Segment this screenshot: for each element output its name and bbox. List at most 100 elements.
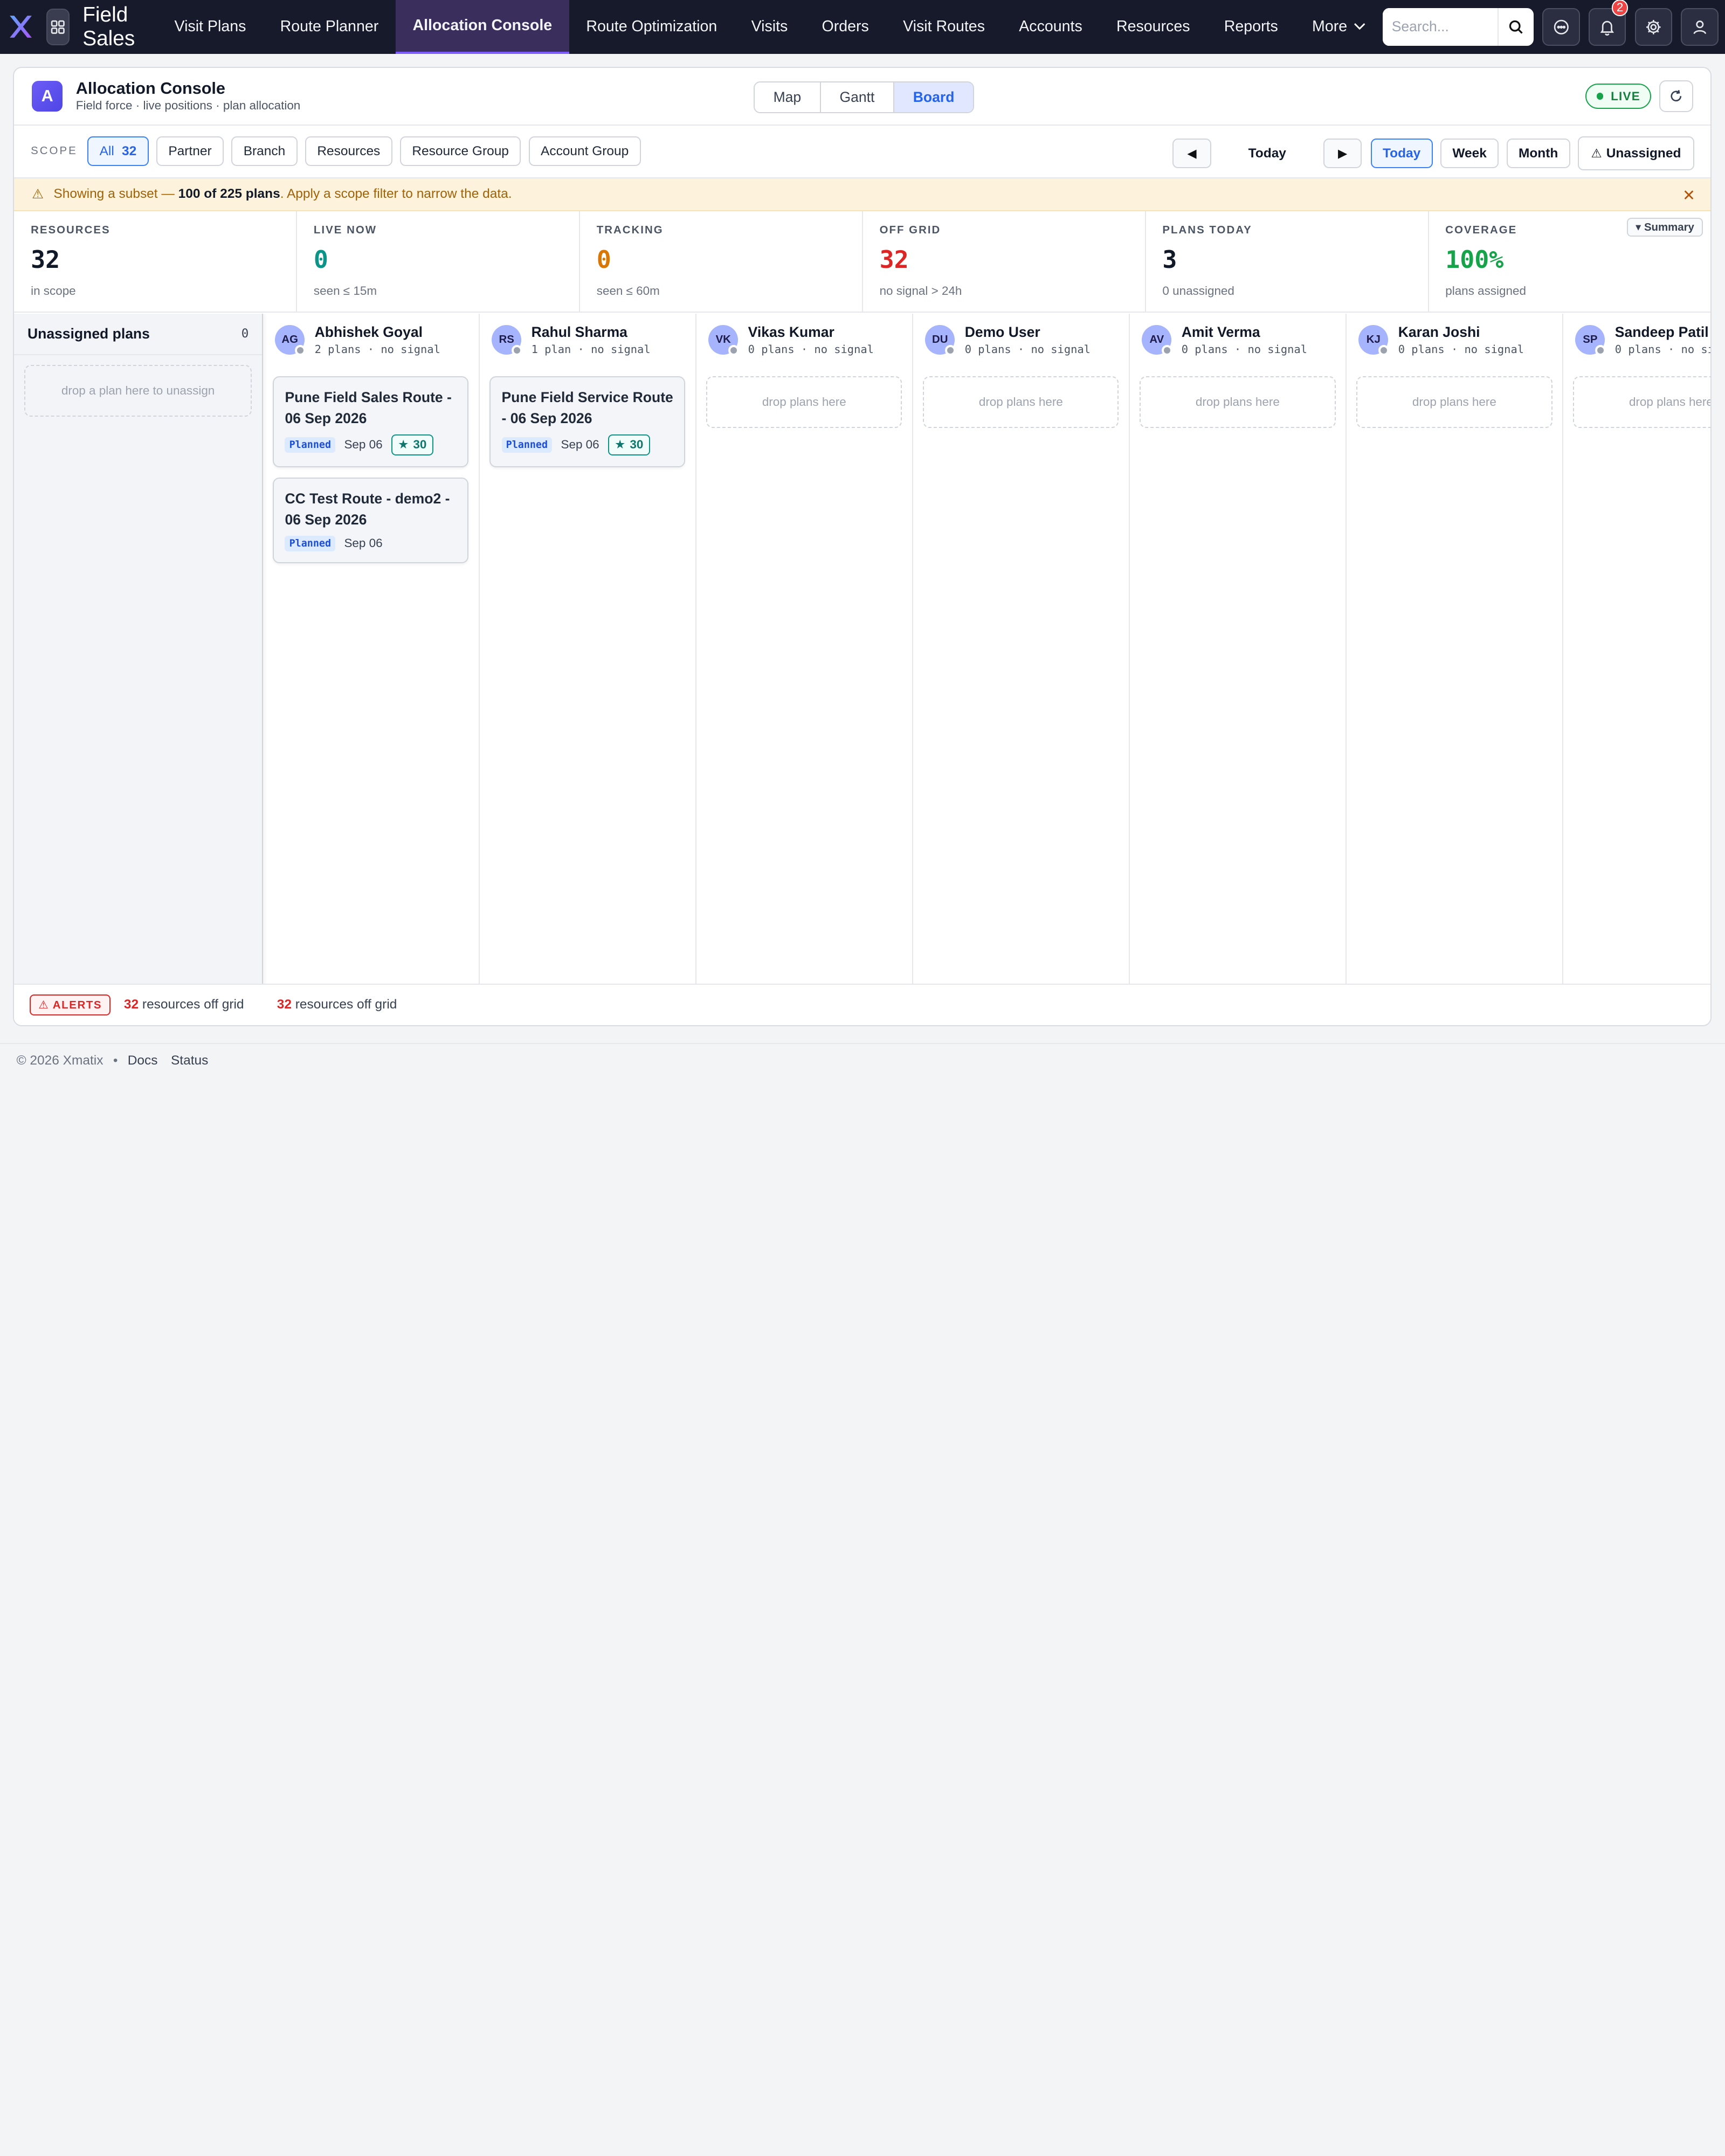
plan-card[interactable]: Pune Field Service Route - 06 Sep 2026 Pl… xyxy=(489,376,686,468)
range-month-button[interactable]: Month xyxy=(1506,139,1570,169)
view-tab-board[interactable]: Board xyxy=(894,82,974,113)
xmatix-x-logo[interactable] xyxy=(6,11,35,42)
scope-chip-partner[interactable]: Partner xyxy=(156,136,224,167)
stat-coverage: COVERAGE 100% plans assigned ▾ Summary xyxy=(1429,211,1711,312)
warning-icon: ⚠ xyxy=(32,187,44,202)
resource-meta: 1 plan · no signal xyxy=(531,343,651,356)
resource-column[interactable]: AV Amit Verma 0 plans · no signal drop plan… xyxy=(1130,313,1347,986)
alert-item[interactable]: 32 resources off grid xyxy=(277,997,397,1012)
avatar: SP xyxy=(1575,325,1606,356)
resource-column[interactable]: RS Rahul Sharma 1 plan · no signal Pune Fie… xyxy=(480,313,696,986)
nav-item-visit-routes[interactable]: Visit Routes xyxy=(886,0,1002,54)
resource-header: RS Rahul Sharma 1 plan · no signal xyxy=(480,314,695,367)
unassign-drop-zone[interactable]: drop a plan here to unassign xyxy=(24,365,252,417)
close-icon[interactable]: ✕ xyxy=(1682,186,1695,205)
avatar: KJ xyxy=(1358,325,1390,356)
plan-card[interactable]: Pune Field Sales Route - 06 Sep 2026 Plan… xyxy=(273,376,469,468)
score-value: 30 xyxy=(413,438,427,452)
prev-date-button[interactable]: ◀ xyxy=(1172,139,1211,169)
avatar: AG xyxy=(275,325,306,356)
stat-value: 0 xyxy=(596,245,611,274)
scope-chip-all[interactable]: All 32 xyxy=(87,136,149,167)
plan-card[interactable]: CC Test Route - demo2 - 06 Sep 2026 Plann… xyxy=(273,477,469,564)
stat-sub: no signal > 24h xyxy=(879,284,962,298)
resource-info: Abhishek Goyal 2 plans · no signal xyxy=(315,324,440,356)
plan-meta: Planned Sep 06 ★ 30 xyxy=(501,434,674,455)
alert-count: 32 xyxy=(123,997,139,1012)
view-tab-gantt[interactable]: Gantt xyxy=(820,82,895,113)
resource-column[interactable]: KJ Karan Joshi 0 plans · no signal drop pla… xyxy=(1347,313,1563,986)
alert-text: resources off grid xyxy=(139,997,244,1012)
scope-chip-account-group[interactable]: Account Group xyxy=(528,136,641,167)
resource-column[interactable]: DU Demo User 0 plans · no signal drop plans… xyxy=(913,313,1130,986)
plan-date: Sep 06 xyxy=(344,536,383,550)
nav-item-allocation-console[interactable]: Allocation Console xyxy=(395,0,569,54)
plan-drop-zone[interactable]: drop plans here xyxy=(1573,376,1711,428)
resource-meta: 0 plans · no signal xyxy=(1181,343,1307,356)
docs-link[interactable]: Docs xyxy=(128,1053,158,1068)
bell-icon[interactable]: 2 xyxy=(1588,0,1629,46)
console-header: A Allocation Console Field force · live … xyxy=(14,68,1711,126)
nav-item-visits[interactable]: Visits xyxy=(734,0,805,54)
summary-button[interactable]: ▾ Summary xyxy=(1626,218,1703,237)
unassigned-column[interactable]: Unassigned plans 0 drop a plan here to u… xyxy=(14,313,263,986)
plan-drop-zone[interactable]: drop plans here xyxy=(1140,376,1336,428)
range-today-button[interactable]: Today xyxy=(1370,139,1433,169)
live-status-badge: LIVE xyxy=(1585,84,1652,109)
stat-value: 0 xyxy=(313,245,328,274)
stat-sub: seen ≤ 60m xyxy=(596,284,660,298)
nav-item-more[interactable]: More xyxy=(1295,0,1383,54)
nav-item-resources[interactable]: Resources xyxy=(1099,0,1207,54)
view-toggle: Map Gantt Board xyxy=(753,81,975,114)
scope-chip-label: Resources xyxy=(317,143,381,158)
plan-title: Pune Field Sales Route - 06 Sep 2026 xyxy=(285,389,452,427)
avatar-initials: RS xyxy=(499,334,514,346)
score-badge: ★ 30 xyxy=(608,434,650,455)
resource-column[interactable]: SP Sandeep Patil 0 plans · no signal drop p… xyxy=(1563,314,1711,986)
stat-sub: seen ≤ 15m xyxy=(313,284,377,298)
user-icon[interactable] xyxy=(1681,8,1719,46)
unassigned-filter-button[interactable]: ⚠ Unassigned xyxy=(1578,136,1694,171)
gear-icon[interactable] xyxy=(1634,8,1673,46)
resource-header: KJ Karan Joshi 0 plans · no signal xyxy=(1347,314,1562,367)
status-dot-icon xyxy=(944,344,956,356)
resource-name: Amit Verma xyxy=(1181,324,1260,341)
nav-item-orders[interactable]: Orders xyxy=(805,0,886,54)
scope-chip-resources[interactable]: Resources xyxy=(305,136,392,167)
resource-column[interactable]: VK Vikas Kumar 0 plans · no signal drop pla… xyxy=(696,313,913,986)
search-input[interactable] xyxy=(1383,8,1498,46)
view-tab-map[interactable]: Map xyxy=(754,82,821,113)
resource-column[interactable]: AG Abhishek Goyal 2 plans · no signal Pune … xyxy=(263,313,480,986)
next-date-button[interactable]: ▶ xyxy=(1323,139,1362,169)
scope-label: SCOPE xyxy=(31,145,78,157)
stat-label: TRACKING xyxy=(596,224,664,237)
resource-info: Karan Joshi 0 plans · no signal xyxy=(1398,324,1524,356)
grid-icon[interactable] xyxy=(46,9,70,45)
scope-chip-branch[interactable]: Branch xyxy=(231,136,298,167)
warning-suffix: . Apply a scope filter to narrow the dat… xyxy=(280,186,512,202)
nav-item-visit-plans[interactable]: Visit Plans xyxy=(157,0,263,54)
plan-drop-zone[interactable]: drop plans here xyxy=(706,376,902,428)
search-box xyxy=(1383,8,1534,46)
scope-chip-count: 32 xyxy=(122,143,137,158)
nav-item-accounts[interactable]: Accounts xyxy=(1002,0,1100,54)
scope-chip-label: Branch xyxy=(243,143,286,158)
star-icon: ★ xyxy=(615,438,626,452)
nav-item-reports[interactable]: Reports xyxy=(1207,0,1295,54)
nav-item-route-optimization[interactable]: Route Optimization xyxy=(569,0,734,54)
alert-text: resources off grid xyxy=(291,997,397,1012)
search-icon[interactable] xyxy=(1497,8,1534,46)
stats-row: RESOURCES 32 in scope LIVE NOW 0 seen ≤ 15m TR… xyxy=(14,211,1711,313)
plan-drop-zone[interactable]: drop plans here xyxy=(923,376,1119,428)
nav-item-route-planner[interactable]: Route Planner xyxy=(263,0,396,54)
plan-drop-zone[interactable]: drop plans here xyxy=(1356,376,1552,428)
alerts-badge[interactable]: ⚠ ALERTS xyxy=(30,994,111,1015)
alert-item[interactable]: 32 resources off grid xyxy=(124,997,244,1012)
chat-icon[interactable] xyxy=(1542,8,1580,46)
alert-items: 32 resources off grid 32 resources off gr… xyxy=(124,997,430,1012)
scope-chip-resource-group[interactable]: Resource Group xyxy=(399,136,521,167)
status-link[interactable]: Status xyxy=(171,1053,208,1068)
range-week-button[interactable]: Week xyxy=(1440,139,1499,169)
resource-name: Demo User xyxy=(964,324,1040,341)
refresh-icon[interactable] xyxy=(1659,80,1693,113)
